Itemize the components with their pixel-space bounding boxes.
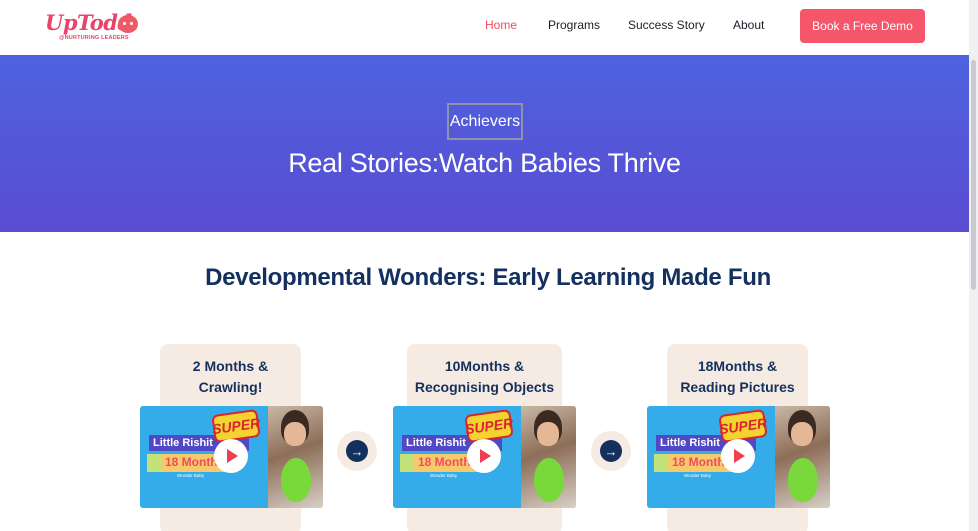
card-title-line2: Recognising Objects <box>414 379 555 395</box>
video-age: 18 Month <box>418 455 471 469</box>
card-title-line2: Reading Pictures <box>680 379 795 395</box>
card-title-line1: 2 Months & <box>192 358 269 374</box>
play-icon[interactable] <box>214 439 248 473</box>
super-badge: SUPER <box>718 408 768 444</box>
age-banner-accent <box>654 454 668 472</box>
super-badge: SUPER <box>464 408 514 444</box>
video-age: 18 Month <box>672 455 725 469</box>
video-thumbnail[interactable]: Little Rishit 18 Month Wonder Baby SUPER <box>647 406 830 508</box>
age-banner-accent <box>147 454 161 472</box>
baby-face-icon <box>118 15 138 33</box>
page: UpTodd @NURTURING LEADERS Home Programs … <box>0 0 969 531</box>
video-caption: Wonder Baby <box>177 473 205 478</box>
video-caption: Wonder Baby <box>430 473 458 478</box>
nav-programs[interactable]: Programs <box>548 18 600 32</box>
step-arrow: → <box>591 431 631 471</box>
video-name: Little Rishit <box>660 437 720 449</box>
logo-subtitle: @NURTURING LEADERS <box>59 35 129 41</box>
baby-face <box>284 422 306 446</box>
section-title: Developmental Wonders: Early Learning Ma… <box>205 264 771 291</box>
step-arrow: → <box>337 431 377 471</box>
nav-about[interactable]: About <box>733 18 764 32</box>
top-nav: UpTodd @NURTURING LEADERS Home Programs … <box>0 0 969 55</box>
toy-pear <box>281 458 311 502</box>
card-title: 18Months & Reading Pictures <box>667 356 808 398</box>
play-icon[interactable] <box>721 439 755 473</box>
card-title-line1: 18Months & <box>697 358 778 374</box>
baby-face <box>537 422 559 446</box>
toy-pear <box>534 458 564 502</box>
video-caption: Wonder Baby <box>684 473 712 478</box>
card-title-line1: 10Months & <box>444 358 525 374</box>
scrollbar-thumb[interactable] <box>971 60 976 290</box>
hero-title: Real Stories:Watch Babies Thrive <box>288 148 681 178</box>
nav-success-story[interactable]: Success Story <box>628 18 705 32</box>
age-banner-accent <box>400 454 414 472</box>
card-title-line2: Crawling! <box>198 379 263 395</box>
book-demo-button[interactable]: Book a Free Demo <box>800 9 925 43</box>
nav-home[interactable]: Home <box>485 18 517 32</box>
arrow-right-icon: → <box>346 440 368 462</box>
achievers-badge: Achievers <box>447 103 523 140</box>
logo[interactable]: UpTodd @NURTURING LEADERS <box>45 10 145 46</box>
card-title: 10Months & Recognising Objects <box>407 356 562 398</box>
video-age: 18 Month <box>165 455 218 469</box>
hero-banner: Achievers Real Stories:Watch Babies Thri… <box>0 55 969 232</box>
toy-pear <box>788 458 818 502</box>
video-thumbnail[interactable]: Little Rishit 18 Month Wonder Baby SUPER <box>140 406 323 508</box>
arrow-right-icon: → <box>600 440 622 462</box>
video-thumbnail[interactable]: Little Rishit 18 Month Wonder Baby SUPER <box>393 406 576 508</box>
baby-face <box>791 422 813 446</box>
play-icon[interactable] <box>467 439 501 473</box>
super-badge: SUPER <box>211 408 261 444</box>
card-title: 2 Months & Crawling! <box>160 356 301 398</box>
video-name: Little Rishit <box>406 437 466 449</box>
video-name: Little Rishit <box>153 437 213 449</box>
